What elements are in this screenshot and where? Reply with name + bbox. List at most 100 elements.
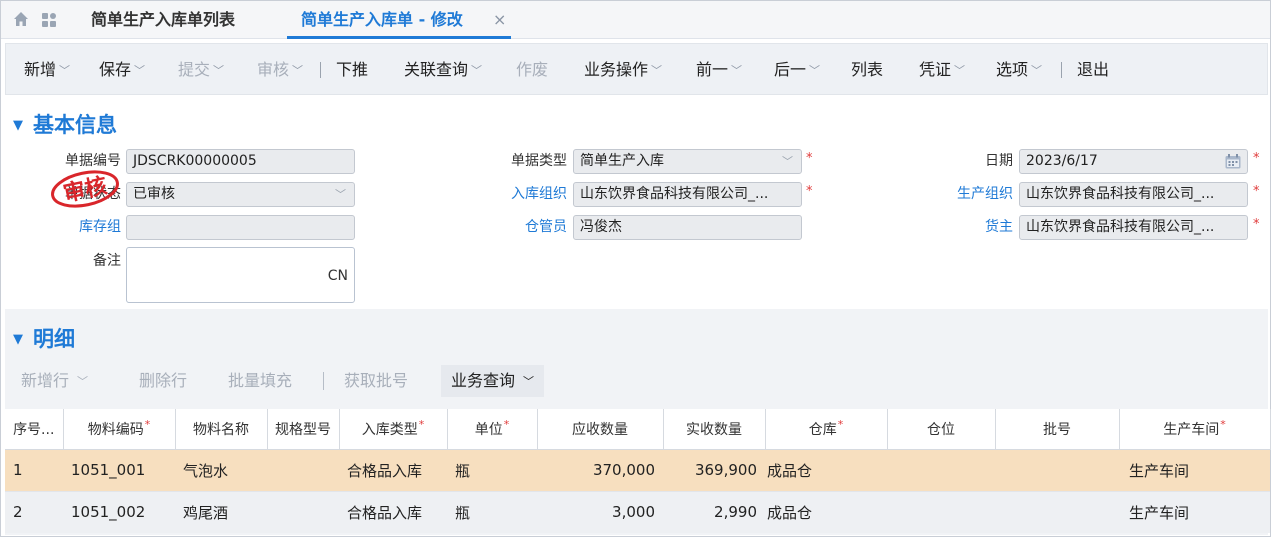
chevron-down-icon[interactable]: ﹀ — [335, 183, 346, 206]
keeper-label[interactable]: 仓管员 — [491, 215, 567, 239]
col-real-qty[interactable]: 实收数量 — [663, 409, 766, 450]
list-button[interactable]: 列表 — [851, 44, 883, 96]
bill-type-select[interactable]: 简单生产入库 ﹀ — [573, 149, 802, 174]
col-in-type-label: 入库类型 — [361, 422, 418, 439]
batch-fill-button[interactable]: 批量填充 — [228, 365, 292, 397]
chevron-down-icon[interactable]: ﹀ — [213, 64, 224, 77]
prev-button[interactable]: 前一 ﹀ — [696, 44, 742, 96]
tab-bill-edit[interactable]: 简单生产入库单 - 修改 — [301, 1, 463, 39]
col-spec[interactable]: 规格型号 — [267, 409, 340, 450]
keeper-field[interactable]: 冯俊杰 — [573, 215, 802, 240]
next-button[interactable]: 后一 ﹀ — [774, 44, 820, 96]
col-must-qty[interactable]: 应收数量 — [537, 409, 664, 450]
stock-group-field[interactable] — [126, 215, 355, 240]
new-button[interactable]: 新增 ﹀ — [24, 44, 70, 96]
table-row[interactable]: 2 1051_002 鸡尾酒 合格品入库 瓶 3,000 2,990 成品仓 生… — [5, 490, 1270, 533]
cell-stock[interactable]: 成品仓 — [765, 490, 887, 533]
chevron-down-icon[interactable]: ﹀ — [59, 64, 70, 77]
push-down-button[interactable]: 下推 — [336, 44, 368, 96]
home-icon[interactable] — [13, 11, 29, 27]
prd-org-field[interactable]: 山东饮界食品科技有限公司_... — [1019, 182, 1248, 207]
delete-row-button[interactable]: 删除行 — [139, 365, 187, 397]
cell-stock[interactable]: 成品仓 — [765, 449, 887, 491]
cell-real-qty[interactable]: 2,990 — [663, 490, 765, 533]
chevron-down-icon[interactable]: ﹀ — [134, 64, 145, 77]
chevron-down-icon[interactable]: ﹀ — [471, 64, 482, 77]
chevron-down-icon[interactable]: ﹀ — [292, 64, 303, 77]
cell-lot[interactable] — [995, 490, 1119, 533]
prd-org-label[interactable]: 生产组织 — [937, 182, 1013, 206]
get-lot-button[interactable]: 获取批号 — [344, 365, 408, 397]
memo-lang-switch[interactable]: CN — [328, 268, 348, 284]
calendar-icon[interactable] — [1225, 154, 1241, 169]
save-button[interactable]: 保存 ﹀ — [99, 44, 145, 96]
chevron-down-icon[interactable]: ﹀ — [1031, 64, 1042, 77]
chevron-down-icon[interactable]: ﹀ — [523, 375, 534, 388]
table-row[interactable]: 1 1051_001 气泡水 合格品入库 瓶 370,000 369,900 成… — [5, 449, 1270, 491]
owner-field[interactable]: 山东饮界食品科技有限公司_... — [1019, 215, 1248, 240]
status-select[interactable]: 已审核 ﹀ — [126, 182, 355, 207]
cell-material-code[interactable]: 1051_001 — [63, 449, 175, 491]
business-ops-button[interactable]: 业务操作 ﹀ — [584, 44, 662, 96]
cell-material-name[interactable]: 气泡水 — [175, 449, 267, 491]
date-field[interactable]: 2023/6/17 — [1019, 149, 1248, 174]
chevron-down-icon[interactable]: ﹀ — [782, 150, 793, 173]
col-unit[interactable]: 单位* — [447, 409, 538, 450]
stock-org-field[interactable]: 山东饮界食品科技有限公司_... — [573, 182, 802, 207]
cell-in-type[interactable]: 合格品入库 — [339, 490, 447, 533]
submit-button[interactable]: 提交 ﹀ — [178, 44, 224, 96]
void-button[interactable]: 作废 — [516, 44, 548, 96]
bill-no-field[interactable]: JDSCRK00000005 — [126, 149, 355, 174]
chevron-down-icon[interactable]: ﹀ — [731, 64, 742, 77]
cell-real-qty[interactable]: 369,900 — [663, 449, 765, 491]
exit-button[interactable]: 退出 — [1077, 44, 1109, 96]
cell-unit[interactable]: 瓶 — [447, 490, 537, 533]
col-workshop[interactable]: 生产车间* — [1119, 409, 1271, 450]
cell-stock-loc[interactable] — [887, 449, 995, 491]
col-lot[interactable]: 批号 — [995, 409, 1120, 450]
cell-spec[interactable] — [267, 490, 339, 533]
owner-label[interactable]: 货主 — [963, 215, 1013, 239]
cell-material-name[interactable]: 鸡尾酒 — [175, 490, 267, 533]
col-seq[interactable]: 序号... — [5, 409, 64, 450]
section-detail[interactable]: ▼ 明细 — [13, 323, 75, 353]
cell-spec[interactable] — [267, 449, 339, 491]
close-tab-icon[interactable]: × — [493, 10, 506, 29]
chevron-down-icon[interactable]: ﹀ — [651, 64, 662, 77]
col-material-name[interactable]: 物料名称 — [175, 409, 268, 450]
related-query-button[interactable]: 关联查询 ﹀ — [404, 44, 482, 96]
section-basic-info[interactable]: ▼ 基本信息 — [13, 109, 117, 139]
col-in-type[interactable]: 入库类型* — [339, 409, 448, 450]
collapse-triangle-icon[interactable]: ▼ — [13, 118, 23, 133]
cell-must-qty[interactable]: 3,000 — [537, 490, 663, 533]
cell-stock-loc[interactable] — [887, 490, 995, 533]
chevron-down-icon[interactable]: ﹀ — [809, 64, 820, 77]
chevron-down-icon[interactable]: ﹀ — [954, 64, 965, 77]
cell-material-code[interactable]: 1051_002 — [63, 490, 175, 533]
cell-workshop[interactable]: 生产车间 — [1119, 449, 1270, 491]
cell-in-type[interactable]: 合格品入库 — [339, 449, 447, 491]
options-button[interactable]: 选项 ﹀ — [996, 44, 1042, 96]
col-material-code[interactable]: 物料编码* — [63, 409, 176, 450]
stock-org-label[interactable]: 入库组织 — [491, 182, 567, 206]
cell-seq[interactable]: 2 — [5, 490, 63, 533]
collapse-triangle-icon[interactable]: ▼ — [13, 332, 23, 347]
audit-button[interactable]: 审核 ﹀ — [257, 44, 303, 96]
cell-workshop[interactable]: 生产车间 — [1119, 490, 1270, 533]
voucher-button[interactable]: 凭证 ﹀ — [919, 44, 965, 96]
app-grid-icon[interactable] — [41, 12, 57, 28]
memo-textarea[interactable]: CN — [126, 247, 355, 303]
bill-type-value: 简单生产入库 — [580, 153, 664, 169]
chevron-down-icon[interactable]: ﹀ — [77, 375, 88, 388]
detail-grid: 序号... 物料编码* 物料名称 规格型号 入库类型* 单位* 应收数量 实收数… — [5, 409, 1271, 533]
col-stock[interactable]: 仓库* — [765, 409, 888, 450]
tab-bill-list[interactable]: 简单生产入库单列表 — [91, 1, 235, 39]
col-stock-loc[interactable]: 仓位 — [887, 409, 996, 450]
biz-query-button[interactable]: 业务查询 ﹀ — [441, 365, 545, 397]
cell-must-qty[interactable]: 370,000 — [537, 449, 663, 491]
stock-group-label[interactable]: 库存组 — [45, 215, 121, 239]
cell-seq[interactable]: 1 — [5, 449, 63, 491]
add-row-button[interactable]: 新增行 ﹀ — [21, 365, 88, 397]
cell-unit[interactable]: 瓶 — [447, 449, 537, 491]
cell-lot[interactable] — [995, 449, 1119, 491]
